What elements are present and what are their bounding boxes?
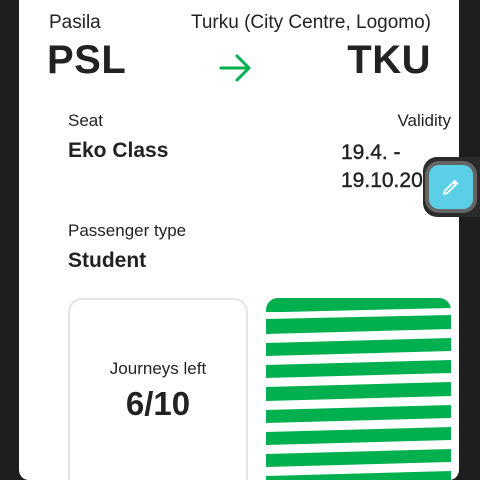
journeys-left-box: Journeys left 6/10 bbox=[68, 298, 248, 480]
seat-value: Eko Class bbox=[68, 139, 169, 162]
ticket-card: Pasila Turku (City Centre, Logomo) PSL T… bbox=[19, 0, 459, 480]
journeys-left-label: Journeys left bbox=[109, 359, 207, 378]
arrow-right-icon bbox=[219, 54, 251, 82]
eyedropper-icon bbox=[443, 179, 459, 195]
origin-station-code: PSL bbox=[47, 38, 127, 82]
destination-station-code: TKU bbox=[347, 38, 431, 82]
app-screen: Pasila Turku (City Centre, Logomo) PSL T… bbox=[0, 0, 480, 480]
origin-station-name: Pasila bbox=[49, 12, 101, 33]
journeys-left-value: 6/10 bbox=[125, 385, 191, 422]
stripe-pattern-graphic bbox=[266, 298, 451, 480]
eyedropper-button[interactable] bbox=[429, 165, 473, 209]
seat-label: Seat bbox=[68, 111, 103, 130]
passenger-type-value: Student bbox=[68, 249, 147, 272]
destination-station-name: Turku (City Centre, Logomo) bbox=[190, 12, 431, 33]
seat-info: Seat Eko Class bbox=[68, 111, 168, 163]
passenger-type-label: Passenger type bbox=[68, 221, 187, 240]
ticket-stripe-pattern bbox=[266, 298, 451, 480]
passenger-type-info: Passenger type Student bbox=[68, 221, 186, 273]
validity-label: Validity bbox=[397, 111, 451, 130]
